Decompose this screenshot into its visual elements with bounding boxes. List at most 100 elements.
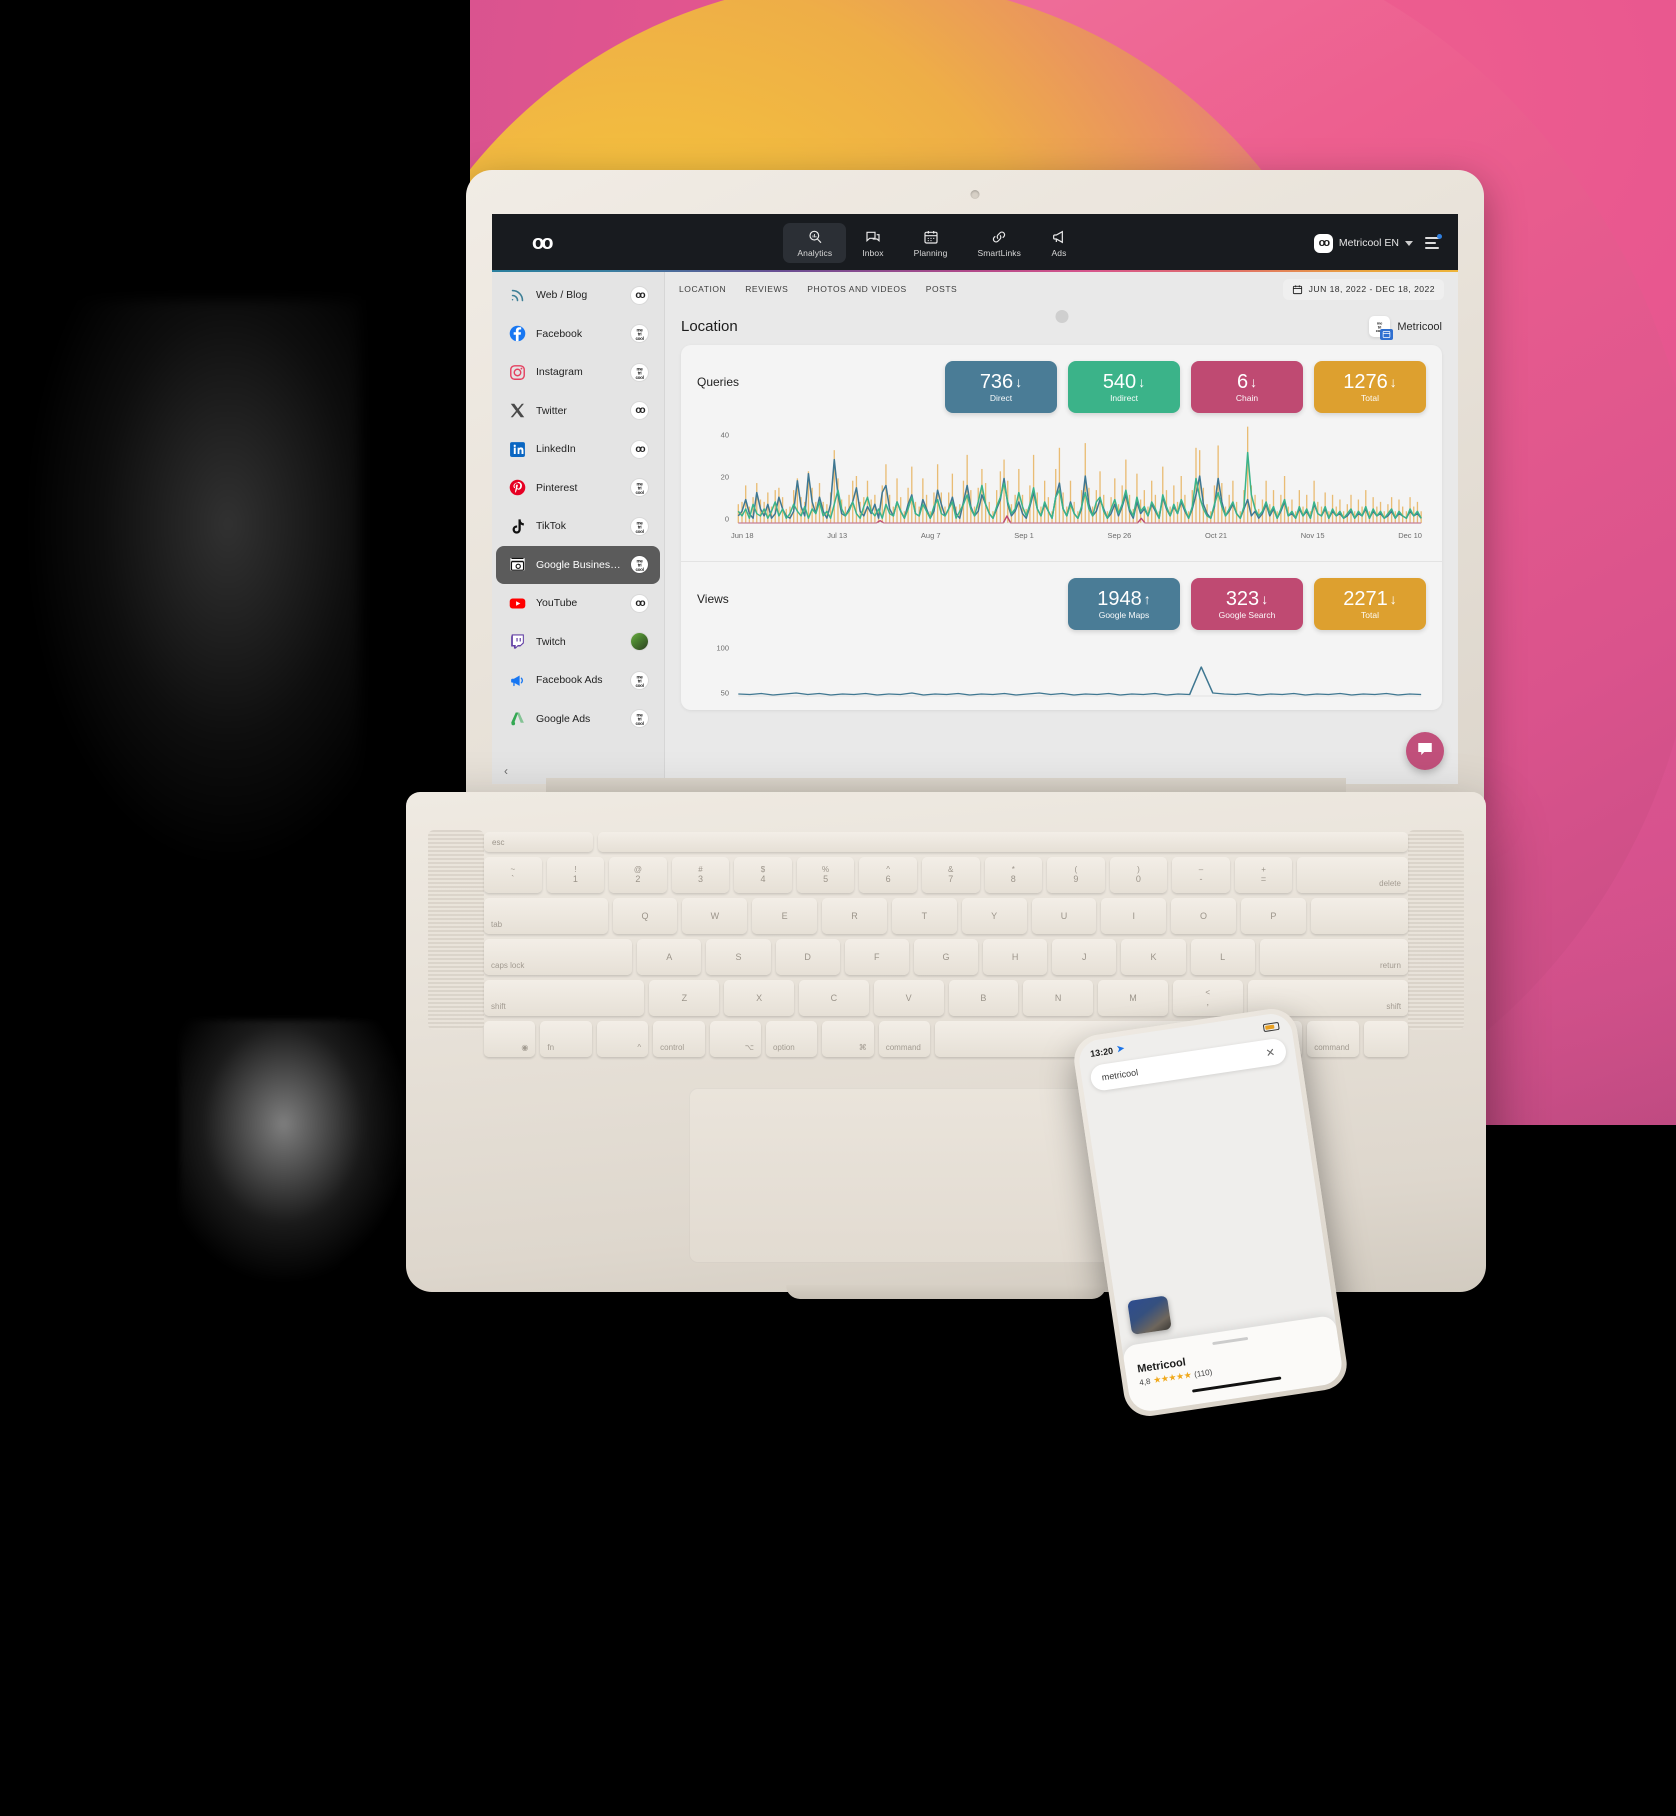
nav-item-inbox[interactable]: Inbox [848, 223, 897, 263]
keyboard-key[interactable] [1363, 1021, 1409, 1057]
keyboard-key[interactable]: % 5 [796, 857, 855, 893]
keyboard-key[interactable]: * 8 [984, 857, 1043, 893]
nav-item-planning[interactable]: Planning [900, 223, 962, 263]
keyboard-key[interactable]: I [1101, 898, 1167, 934]
keyboard-key[interactable] [1310, 898, 1408, 934]
metricool-logo[interactable]: oo [532, 232, 554, 255]
keyboard-key[interactable]: K [1121, 939, 1186, 975]
keyboard-key[interactable]: M [1098, 980, 1168, 1016]
section-views: Views 1948 ↑ Google Maps 323 ↓ Google Se… [681, 561, 1442, 710]
sidebar-item-facebook[interactable]: Facebook me tri cool [496, 315, 660, 354]
keyboard-key[interactable]: @2 [609, 857, 667, 893]
sidebar-item-facebook-ads[interactable]: Facebook Ads me tri cool [496, 661, 660, 700]
nav-item-ads[interactable]: Ads [1037, 223, 1081, 263]
keyboard-key[interactable]: A [637, 939, 702, 975]
panel-grabber[interactable] [1055, 310, 1068, 323]
keyboard-key[interactable]: ) 0 [1109, 857, 1168, 893]
tab-location[interactable]: LOCATION [679, 284, 726, 294]
kpi-direct[interactable]: 736 ↓ Direct [945, 361, 1057, 413]
keyboard-key[interactable]: ⌘ [822, 1021, 874, 1057]
nav-item-analytics[interactable]: Analytics [783, 223, 847, 263]
keyboard-key[interactable]: H [983, 939, 1048, 975]
keyboard-key[interactable]: command [878, 1021, 931, 1057]
kpi-total-queries[interactable]: 1276 ↓ Total [1314, 361, 1426, 413]
sidebar-item-linkedin[interactable]: LinkedIn oo [496, 430, 660, 469]
keyboard-key[interactable]: + = [1234, 857, 1293, 893]
keyboard-key[interactable]: shift [484, 980, 645, 1016]
keyboard-key[interactable]: – - [1172, 857, 1230, 893]
keyboard-key[interactable]: command [1307, 1021, 1359, 1057]
close-icon[interactable]: ✕ [1265, 1045, 1276, 1059]
kpi-chain[interactable]: 6 ↓ Chain [1191, 361, 1303, 413]
keyboard-key[interactable]: P [1240, 898, 1306, 934]
svg-text:cool: cool [635, 375, 643, 380]
sidebar-item-tiktok[interactable]: TikTok me tri cool [496, 507, 660, 546]
keyboard-key[interactable]: W [682, 898, 748, 934]
sidebar-item-youtube[interactable]: YouTube oo [496, 584, 660, 623]
keyboard-key[interactable]: E [752, 898, 818, 934]
keyboard-key[interactable]: ⌥ [709, 1021, 761, 1057]
keyboard-key[interactable]: (9 [1047, 857, 1105, 893]
keyboard-key[interactable]: ◉ [484, 1021, 536, 1057]
date-range-value: JUN 18, 2022 - DEC 18, 2022 [1308, 284, 1435, 294]
keyboard-key[interactable]: ^ [596, 1021, 649, 1057]
keyboard-key[interactable]: J [1052, 939, 1117, 975]
tab-photos-and-videos[interactable]: PHOTOS AND VIDEOS [807, 284, 906, 294]
keyboard-key[interactable]: V [873, 980, 944, 1016]
keyboard-key[interactable]: & 7 [921, 857, 980, 893]
tab-reviews[interactable]: REVIEWS [745, 284, 788, 294]
keyboard-key[interactable]: O [1171, 898, 1236, 934]
tab-posts[interactable]: POSTS [926, 284, 958, 294]
keyboard-key[interactable]: S [706, 939, 771, 975]
sidebar-item-twitter[interactable]: Twitter oo [496, 392, 660, 431]
keyboard-key[interactable]: <, [1172, 980, 1243, 1016]
date-range-picker[interactable]: JUN 18, 2022 - DEC 18, 2022 [1282, 278, 1444, 300]
keyboard-key[interactable]: B [948, 980, 1019, 1016]
keyboard-key[interactable]: caps lock [484, 939, 633, 975]
keyboard-key[interactable]: #3 [671, 857, 730, 893]
kpi-total-views[interactable]: 2271 ↓ Total [1314, 578, 1426, 630]
keyboard-key[interactable]: ~ ` [484, 857, 542, 893]
business-photo-thumbnail[interactable] [1127, 1295, 1172, 1335]
keyboard-key[interactable]: tab [484, 898, 608, 934]
keyboard-key[interactable]: option [765, 1021, 818, 1057]
kpi-indirect[interactable]: 540 ↓ Indirect [1068, 361, 1180, 413]
keyboard-key[interactable]: ! 1 [546, 857, 605, 893]
account-switcher[interactable]: oo Metricool EN [1313, 233, 1413, 253]
keyboard-key[interactable]: Z [649, 980, 720, 1016]
keyboard-key[interactable]: return [1259, 939, 1408, 975]
hamburger-menu-icon[interactable] [1424, 234, 1442, 249]
keyboard-key[interactable]: D [775, 939, 840, 975]
keyboard-key[interactable]: F [844, 939, 909, 975]
keyboard-key[interactable]: C [799, 980, 869, 1016]
sidebar-item-instagram[interactable]: Instagram me tri cool [496, 353, 660, 392]
keyboard-key[interactable]: R [822, 898, 887, 934]
key-function-strip[interactable] [598, 832, 1408, 852]
nav-item-smartlinks[interactable]: SmartLinks [963, 223, 1035, 263]
keyboard-key[interactable]: fn [540, 1021, 592, 1057]
sidebar-item-web-blog[interactable]: Web / Blog oo [496, 276, 660, 315]
sidebar-collapse-button[interactable]: ‹ [504, 764, 508, 778]
keyboard-key[interactable]: Q [612, 898, 678, 934]
keyboard-key[interactable]: T [891, 898, 957, 934]
keyboard-key[interactable]: U [1031, 898, 1097, 934]
rating-value: 4,8 [1138, 1376, 1152, 1388]
keyboard-key[interactable]: N [1023, 980, 1094, 1016]
keyboard-key[interactable]: ^ 6 [859, 857, 917, 893]
sheet-grabber[interactable] [1211, 1336, 1248, 1346]
keyboard-key[interactable]: X [724, 980, 794, 1016]
keyboard-key[interactable]: control [653, 1021, 705, 1057]
sidebar-item-pinterest[interactable]: Pinterest me tri cool [496, 469, 660, 508]
kpi-google-maps[interactable]: 1948 ↑ Google Maps [1068, 578, 1180, 630]
keyboard-key[interactable]: delete [1297, 857, 1408, 893]
chat-support-button[interactable] [1406, 732, 1444, 770]
sidebar-item-google-business-profile[interactable]: Google Business ... me tri cool [496, 545, 660, 584]
keyboard-key[interactable]: Y [961, 898, 1027, 934]
key-esc[interactable]: esc [484, 832, 594, 852]
keyboard-key[interactable]: $4 [734, 857, 792, 893]
keyboard-key[interactable]: G [913, 939, 979, 975]
kpi-google-search[interactable]: 323 ↓ Google Search [1191, 578, 1303, 630]
sidebar-item-twitch[interactable]: Twitch [496, 623, 660, 662]
sidebar-item-google-ads[interactable]: Google Ads me tri cool [496, 700, 660, 739]
keyboard-key[interactable]: L [1190, 939, 1255, 975]
